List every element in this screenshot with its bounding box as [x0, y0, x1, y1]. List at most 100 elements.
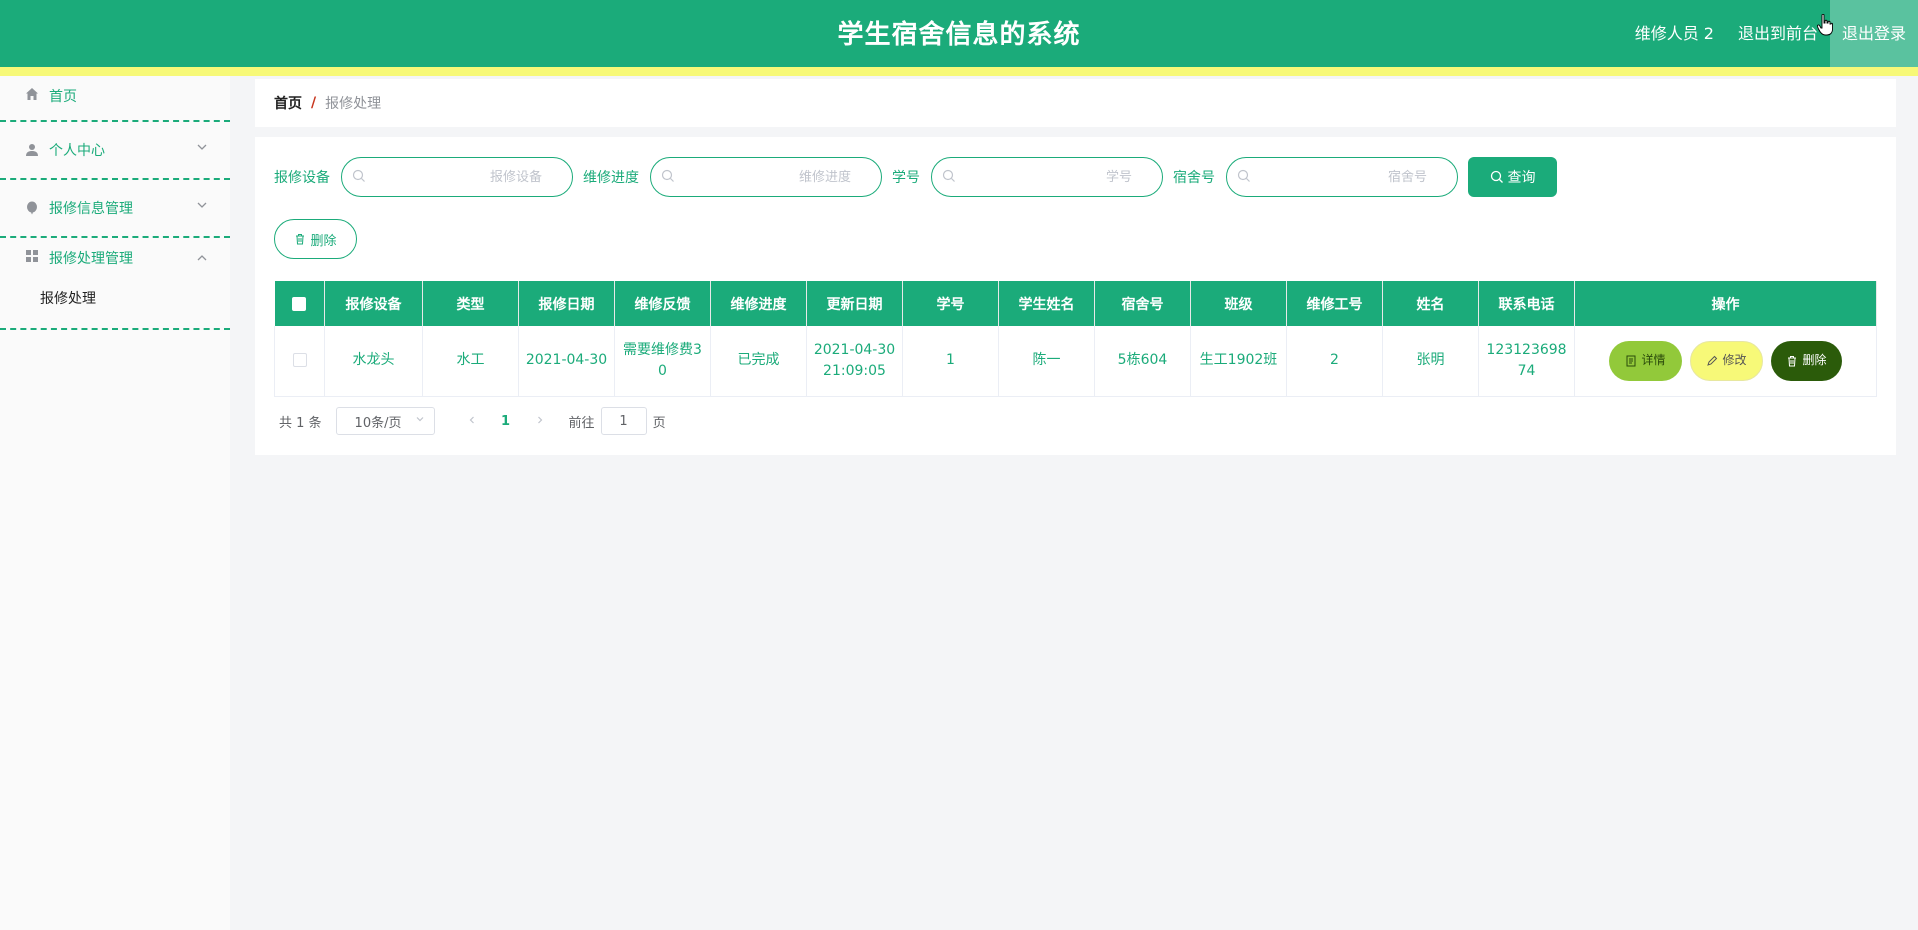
sidebar-item-home[interactable]: 首页 [0, 76, 230, 122]
pagination: 共 1 条 10条/页 1 前往 页 [279, 407, 666, 435]
column-header: 班级 [1190, 281, 1287, 326]
cell-operations: 详情 修改 删除 [1574, 326, 1877, 397]
cell-worker-name: 张明 [1382, 326, 1479, 397]
exit-to-front-link[interactable]: 退出到前台 [1726, 0, 1830, 67]
search-icon [1237, 169, 1251, 183]
detail-button-label: 详情 [1641, 353, 1666, 368]
logout-button[interactable]: 退出登录 [1830, 0, 1918, 67]
goto-prefix: 前往 [568, 415, 595, 431]
dorm-search-input[interactable] [1257, 166, 1427, 188]
row-checkbox[interactable] [292, 353, 307, 368]
cell-feedback: 需要维修费30 [614, 326, 711, 397]
column-header: 宿舍号 [1094, 281, 1191, 326]
chevron-up-icon [196, 252, 208, 267]
dorm-search-field [1226, 157, 1458, 197]
hand-cursor-icon [1817, 14, 1833, 36]
progress-search-field [650, 157, 882, 197]
current-user-label: 维修人员 2 [1634, 24, 1714, 43]
sidebar-item-label: 报修处理管理 [49, 251, 133, 267]
next-page-button[interactable] [525, 414, 555, 429]
cell-progress: 已完成 [710, 326, 807, 397]
sidebar-item-label: 个人中心 [49, 143, 105, 159]
cell-student-no: 1 [902, 326, 999, 397]
cell-dorm: 5栋604 [1094, 326, 1191, 397]
device-search-field [341, 157, 573, 197]
search-bar: 报修设备 维修进度 学号 宿舍号 查询 [274, 157, 1557, 197]
sidebar-item-label: 报修信息管理 [49, 201, 133, 217]
table-row: 水龙头 水工 2021-04-30 需要维修费30 已完成 2021-04-30… [274, 326, 1877, 397]
sidebar-item-label: 首页 [49, 89, 77, 105]
goto-suffix: 页 [652, 415, 666, 431]
row-select-cell [274, 326, 325, 397]
search-label-student-no: 学号 [892, 170, 920, 186]
progress-search-input[interactable] [681, 166, 851, 188]
sidebar-subitem-repair-process[interactable]: 报修处理 [0, 284, 230, 328]
document-icon [1626, 355, 1636, 367]
delete-button[interactable]: 删除 [1771, 340, 1842, 381]
chevron-left-icon [469, 416, 474, 423]
chevron-down-icon [196, 141, 208, 156]
prev-page-button[interactable] [457, 414, 487, 429]
cell-worker-no: 2 [1286, 326, 1383, 397]
cell-device: 水龙头 [324, 326, 423, 397]
search-label-progress: 维修进度 [583, 170, 639, 186]
detail-button[interactable]: 详情 [1609, 340, 1682, 381]
batch-delete-button[interactable]: 删除 [274, 219, 357, 259]
cell-type: 水工 [422, 326, 519, 397]
column-header: 维修进度 [710, 281, 807, 326]
query-button[interactable]: 查询 [1468, 157, 1557, 197]
header-actions: 维修人员 2 退出到前台 退出登录 [1623, 0, 1918, 67]
page-number[interactable]: 1 [487, 414, 525, 429]
sidebar-item-repair-info[interactable]: 报修信息管理 [0, 180, 230, 238]
row-actions: 详情 修改 删除 [1581, 340, 1870, 381]
student-no-search-field [931, 157, 1163, 197]
cell-report-date: 2021-04-30 [518, 326, 615, 397]
edit-button-label: 修改 [1722, 353, 1747, 368]
search-icon [352, 169, 366, 183]
column-header: 联系电话 [1478, 281, 1575, 326]
chevron-down-icon [415, 414, 425, 427]
cell-update-date: 2021-04-30 21:09:05 [806, 326, 903, 397]
breadcrumb: 首页 / 报修处理 [255, 79, 1896, 127]
cell-phone: 12312369874 [1478, 326, 1575, 397]
goto-page-input[interactable] [600, 407, 647, 435]
sidebar-item-personal-center[interactable]: 个人中心 [0, 122, 230, 180]
column-header: 类型 [422, 281, 519, 326]
edit-button[interactable]: 修改 [1690, 340, 1763, 381]
column-header: 报修日期 [518, 281, 615, 326]
page-jumper: 前往 页 [569, 407, 666, 435]
search-label-device: 报修设备 [274, 170, 330, 186]
sidebar-item-repair-process-mgmt[interactable]: 报修处理管理 [0, 238, 230, 284]
pagination-total: 共 1 条 [279, 415, 322, 431]
column-header: 维修工号 [1286, 281, 1383, 326]
column-header: 报修设备 [324, 281, 423, 326]
column-header: 学号 [902, 281, 999, 326]
breadcrumb-home[interactable]: 首页 [274, 93, 302, 113]
device-search-input[interactable] [372, 166, 542, 188]
search-icon [661, 169, 675, 183]
balloon-icon [24, 200, 40, 216]
grid-icon [24, 248, 40, 264]
cell-class: 生工1902班 [1190, 326, 1287, 397]
sidebar: 首页 个人中心 报修信息管理 报修处理管理 报修处理 [0, 76, 230, 930]
search-label-dorm: 宿舍号 [1173, 170, 1215, 186]
main-panel: 报修设备 维修进度 学号 宿舍号 查询 删除 [255, 137, 1896, 455]
select-all-cell [274, 281, 325, 326]
trash-icon [1788, 355, 1797, 367]
chevron-right-icon [537, 416, 542, 423]
student-no-search-input[interactable] [962, 166, 1132, 188]
column-header: 学生姓名 [998, 281, 1095, 326]
delete-button-label: 删除 [1802, 353, 1827, 368]
column-header: 更新日期 [806, 281, 903, 326]
column-header: 姓名 [1382, 281, 1479, 326]
column-header: 操作 [1574, 281, 1877, 326]
select-all-checkbox[interactable] [292, 296, 307, 311]
edit-icon [1707, 355, 1718, 366]
repair-table: 报修设备 类型 报修日期 维修反馈 维修进度 更新日期 学号 学生姓名 宿舍号 … [274, 281, 1877, 397]
query-button-label: 查询 [1507, 170, 1536, 186]
header-stripe [0, 67, 1918, 76]
trash-icon [294, 233, 306, 245]
column-header: 维修反馈 [614, 281, 711, 326]
batch-delete-label: 删除 [310, 233, 337, 249]
page-size-select[interactable]: 10条/页 [335, 407, 435, 435]
